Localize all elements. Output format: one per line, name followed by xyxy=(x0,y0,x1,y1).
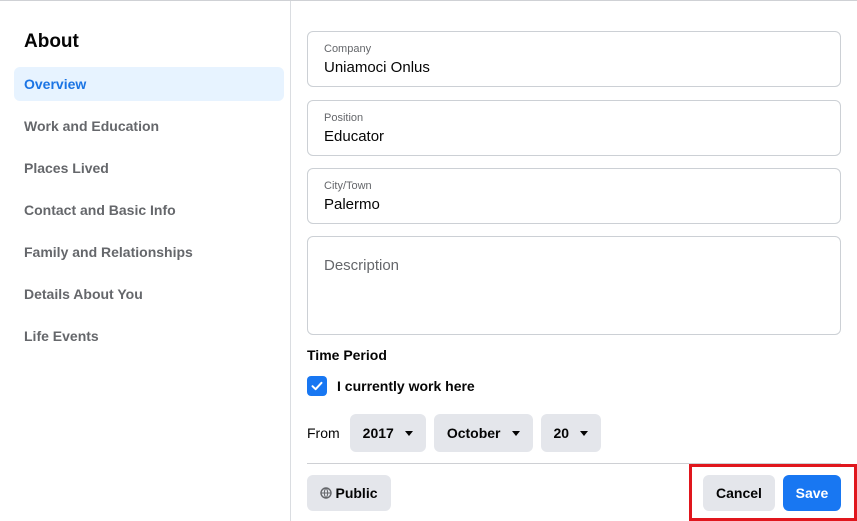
sidebar-item-places-lived[interactable]: Places Lived xyxy=(14,151,284,185)
position-label: Position xyxy=(324,112,364,124)
description-field[interactable]: Description xyxy=(307,236,841,335)
company-field[interactable]: Company xyxy=(307,31,841,87)
position-field[interactable]: Position xyxy=(307,100,841,156)
checkmark-icon xyxy=(311,381,323,391)
about-title: About xyxy=(24,31,79,52)
day-value: 20 xyxy=(553,425,570,441)
current-work-label: I currently work here xyxy=(337,378,475,394)
globe-icon xyxy=(320,487,333,499)
sidebar-item-details-about-you[interactable]: Details About You xyxy=(14,277,284,311)
description-placeholder: Description xyxy=(324,257,400,274)
sidebar-item-work-education[interactable]: Work and Education xyxy=(14,109,284,143)
year-value: 2017 xyxy=(362,425,394,441)
caret-down-icon xyxy=(404,430,413,436)
current-work-checkbox[interactable] xyxy=(307,376,327,396)
city-field[interactable]: City/Town xyxy=(307,168,841,224)
company-label: Company xyxy=(324,43,372,55)
city-input[interactable] xyxy=(324,196,824,213)
sidebar-item-contact-info[interactable]: Contact and Basic Info xyxy=(14,193,284,227)
privacy-public-button[interactable]: Public xyxy=(307,475,391,511)
from-date-row: From 2017 October 20 xyxy=(307,414,609,452)
sidebar-item-life-events[interactable]: Life Events xyxy=(14,319,284,353)
sidebar-item-overview[interactable]: Overview xyxy=(14,67,284,101)
from-label: From xyxy=(307,425,340,441)
position-input[interactable] xyxy=(324,128,824,145)
about-sidebar: About Overview Work and Education Places… xyxy=(0,1,291,521)
month-value: October xyxy=(446,425,501,441)
about-nav: Overview Work and Education Places Lived… xyxy=(14,67,284,353)
city-label: City/Town xyxy=(324,180,372,192)
save-button[interactable]: Save xyxy=(783,475,841,511)
caret-down-icon xyxy=(580,430,589,436)
time-period-title: Time Period xyxy=(307,347,387,363)
company-input[interactable] xyxy=(324,59,824,76)
day-select[interactable]: 20 xyxy=(540,414,602,452)
month-select[interactable]: October xyxy=(433,414,533,452)
caret-down-icon xyxy=(511,430,520,436)
current-work-row[interactable]: I currently work here xyxy=(307,376,475,396)
cancel-button[interactable]: Cancel xyxy=(703,475,775,511)
year-select[interactable]: 2017 xyxy=(349,414,426,452)
sidebar-item-family-relationships[interactable]: Family and Relationships xyxy=(14,235,284,269)
privacy-label: Public xyxy=(335,485,378,501)
